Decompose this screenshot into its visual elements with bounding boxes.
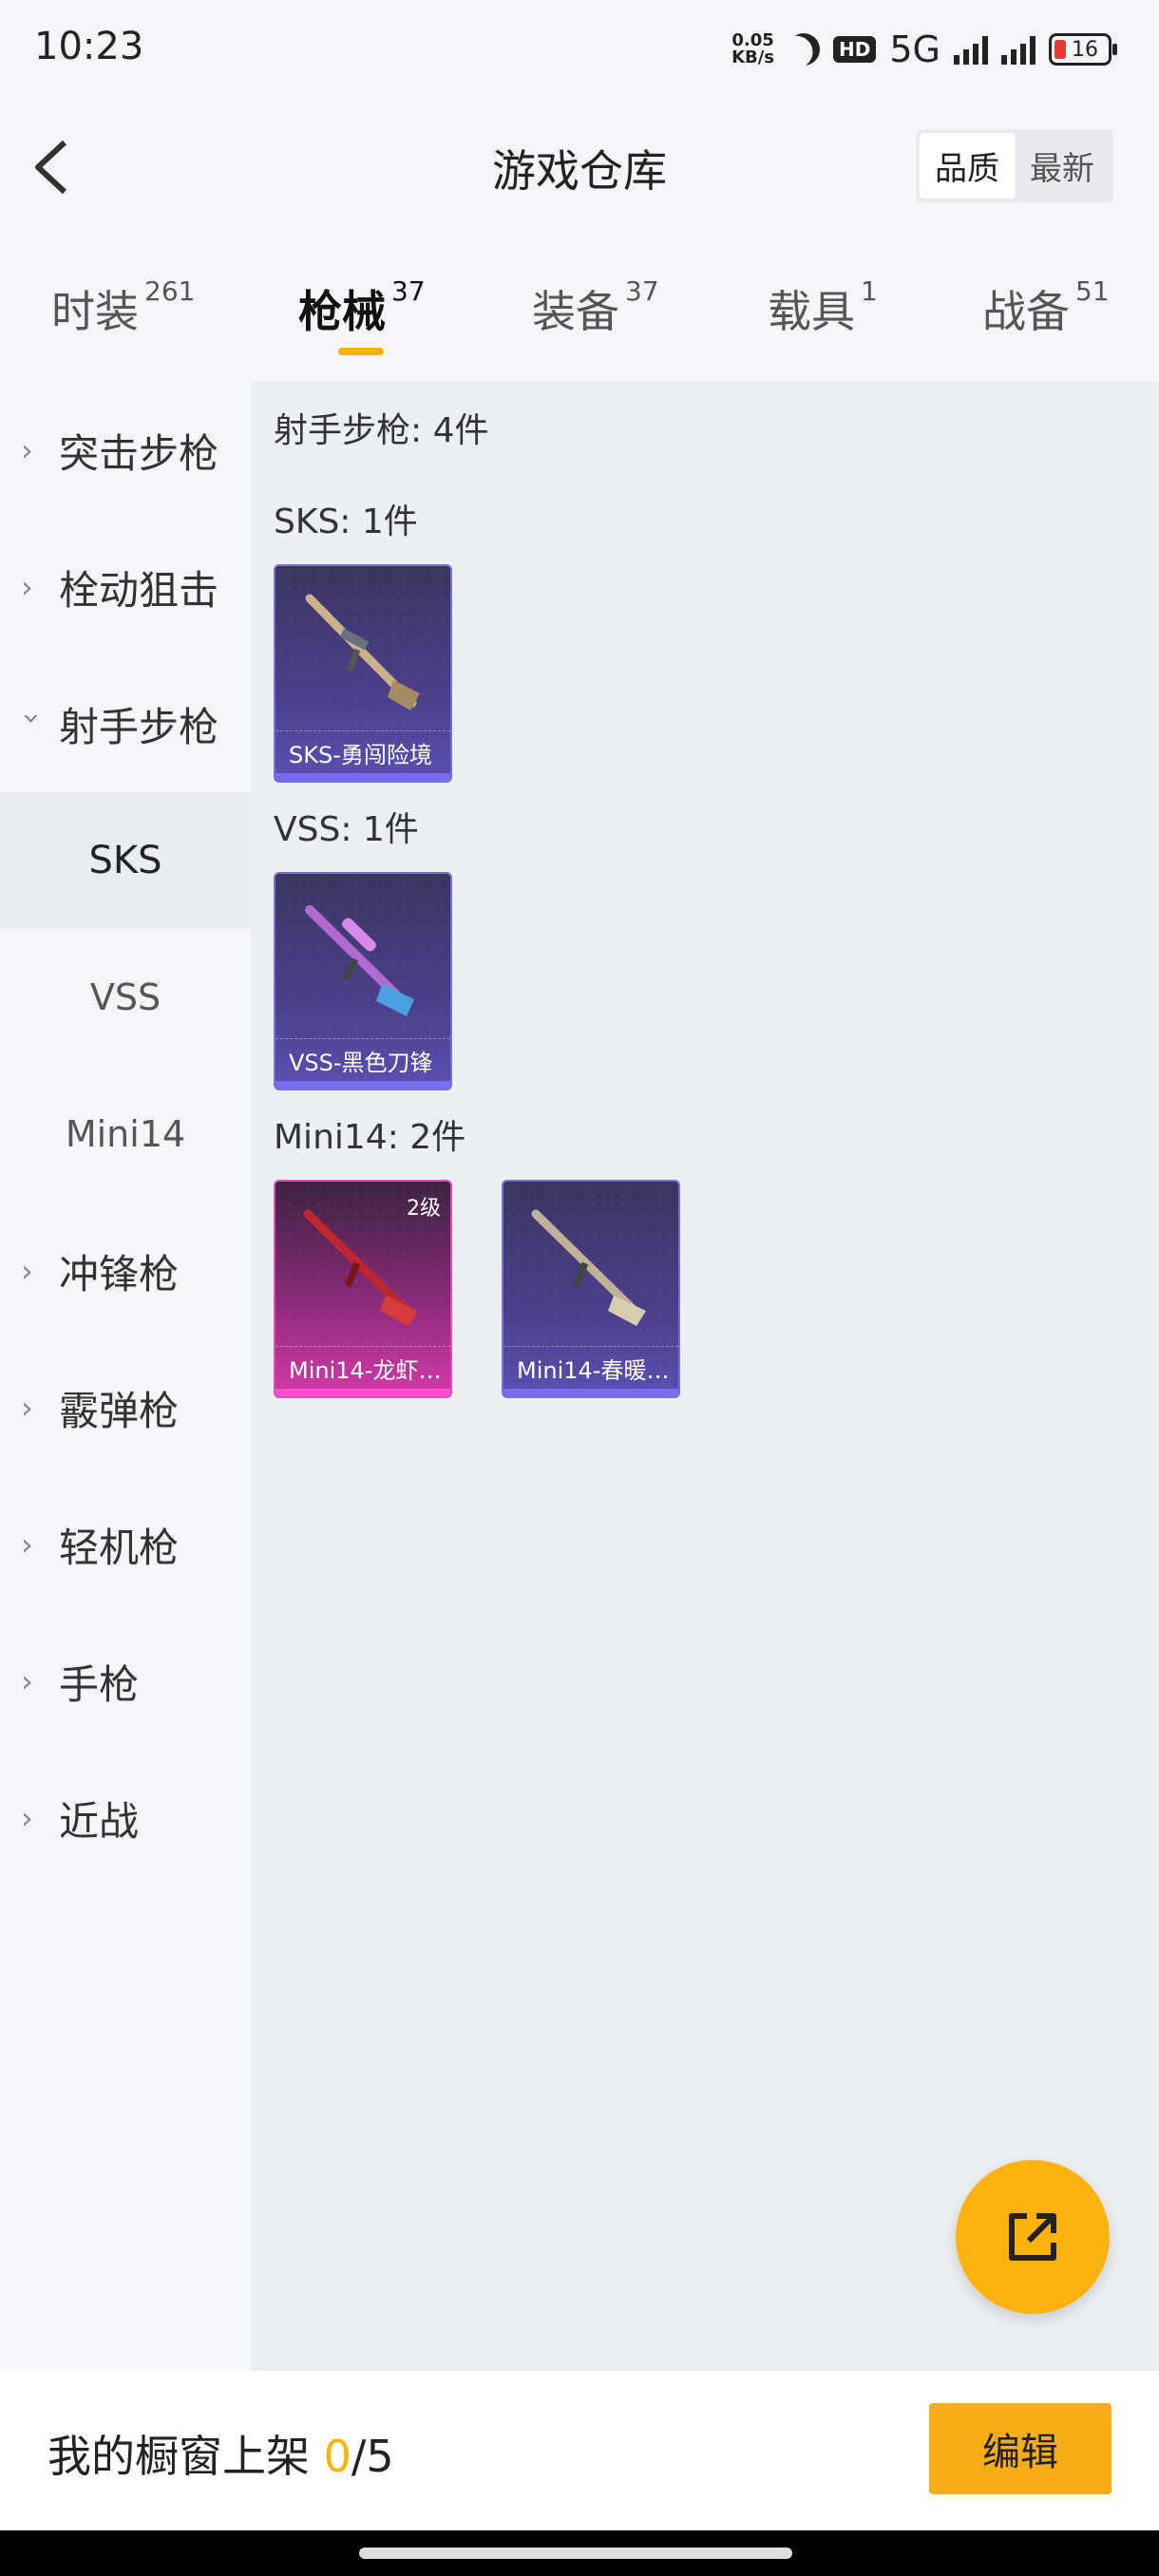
sidebar-item-lmg[interactable]: › 轻机枪	[0, 1476, 251, 1613]
item-card-mini14-lobster[interactable]: 2级 Mini14-龙虾…	[274, 1180, 452, 1398]
edit-button[interactable]: 编辑	[929, 2403, 1112, 2494]
system-nav-bar	[0, 2530, 1159, 2576]
rarity-bar	[276, 773, 450, 781]
item-name: Mini14-龙虾…	[276, 1346, 450, 1389]
group-label-mini14: Mini14: 2件	[274, 1118, 466, 1157]
item-grid: 射手步枪: 4件 SKS: 1件 SKS-勇闯险境 VSS: 1件 VSS-黑色…	[251, 382, 1159, 2371]
tab-combat-gear[interactable]: 战备 51	[982, 275, 1110, 340]
rifle-icon	[305, 905, 414, 1016]
share-external-icon	[1009, 2213, 1056, 2261]
do-not-disturb-icon	[783, 28, 825, 70]
battery-icon: 16	[1049, 33, 1117, 66]
item-card-mini14-spring[interactable]: Mini14-春暖…	[502, 1180, 680, 1398]
hd-icon: HD	[833, 36, 877, 63]
sidebar-item-marksman-rifle[interactable]: › 射手步枪	[0, 655, 251, 792]
rifle-icon	[305, 594, 420, 710]
showcase-status: 我的橱窗上架 0/5	[48, 2431, 394, 2482]
sidebar: › 突击步枪 › 栓动狙击 › 射手步枪 SKS VSS Mini14 › 冲锋…	[0, 382, 251, 2371]
category-tabs: 时装 261 枪械 37 装备 37 载具 1 战备 51	[0, 256, 1159, 361]
group-label-sks: SKS: 1件	[274, 502, 418, 541]
chevron-right-icon: ›	[21, 1663, 33, 1699]
rarity-bar	[276, 1389, 450, 1396]
status-bar: 10:23 0.05 KB/s HD 5G 16	[0, 0, 1159, 95]
tab-guns[interactable]: 枪械 37	[298, 275, 426, 340]
chevron-right-icon: ›	[21, 432, 33, 468]
category-summary: 射手步枪: 4件	[274, 411, 489, 450]
sort-newest-button[interactable]: 最新	[1015, 133, 1110, 199]
item-name: Mini14-春暖…	[504, 1346, 678, 1389]
status-time: 10:23	[34, 25, 144, 68]
home-gesture-handle[interactable]	[359, 2548, 792, 2559]
sidebar-item-bolt-sniper[interactable]: › 栓动狙击	[0, 519, 251, 655]
sidebar-item-assault-rifle[interactable]: › 突击步枪	[0, 382, 251, 519]
rarity-bar	[504, 1389, 678, 1396]
signal-icon	[954, 34, 988, 65]
item-card-vss[interactable]: VSS-黑色刀锋	[274, 872, 452, 1090]
chevron-right-icon: ›	[21, 1253, 33, 1289]
tab-equipment[interactable]: 装备 37	[532, 275, 659, 340]
share-button[interactable]	[956, 2160, 1110, 2314]
signal-icon-2	[1001, 34, 1036, 65]
header: 游戏仓库 品质 最新	[0, 104, 1159, 218]
chevron-right-icon: ›	[21, 1390, 33, 1426]
sidebar-item-smg[interactable]: › 冲锋枪	[0, 1203, 251, 1339]
network-speed: 0.05 KB/s	[732, 30, 775, 67]
sort-quality-button[interactable]: 品质	[920, 133, 1015, 199]
sidebar-subitem-mini14[interactable]: Mini14	[0, 1066, 251, 1203]
sidebar-item-pistol[interactable]: › 手枪	[0, 1613, 251, 1750]
bottom-bar: 我的橱窗上架 0/5 编辑	[0, 2371, 1159, 2530]
sort-toggle: 品质 最新	[916, 129, 1113, 202]
sidebar-item-melee[interactable]: › 近战	[0, 1750, 251, 1886]
network-type: 5G	[889, 28, 940, 70]
tab-vehicles[interactable]: 载具 1	[768, 275, 878, 340]
chevron-down-icon: ›	[14, 712, 50, 725]
item-name: SKS-勇闯险境	[276, 730, 450, 773]
sidebar-subitem-sks[interactable]: SKS	[0, 792, 251, 929]
item-card-sks[interactable]: SKS-勇闯险境	[274, 564, 452, 783]
chevron-right-icon: ›	[21, 1800, 33, 1836]
rifle-icon	[531, 1209, 646, 1326]
rifle-icon	[303, 1209, 418, 1326]
chevron-right-icon: ›	[21, 569, 33, 605]
chevron-right-icon: ›	[21, 1526, 33, 1563]
group-label-vss: VSS: 1件	[274, 810, 419, 849]
status-icons: 0.05 KB/s HD 5G 16	[732, 28, 1117, 70]
item-name: VSS-黑色刀锋	[276, 1038, 450, 1081]
sidebar-item-shotgun[interactable]: › 霰弹枪	[0, 1339, 251, 1476]
sidebar-subitem-vss[interactable]: VSS	[0, 929, 251, 1066]
rarity-bar	[276, 1081, 450, 1089]
tab-fashion[interactable]: 时装 261	[51, 275, 195, 340]
tab-active-indicator	[338, 348, 384, 355]
